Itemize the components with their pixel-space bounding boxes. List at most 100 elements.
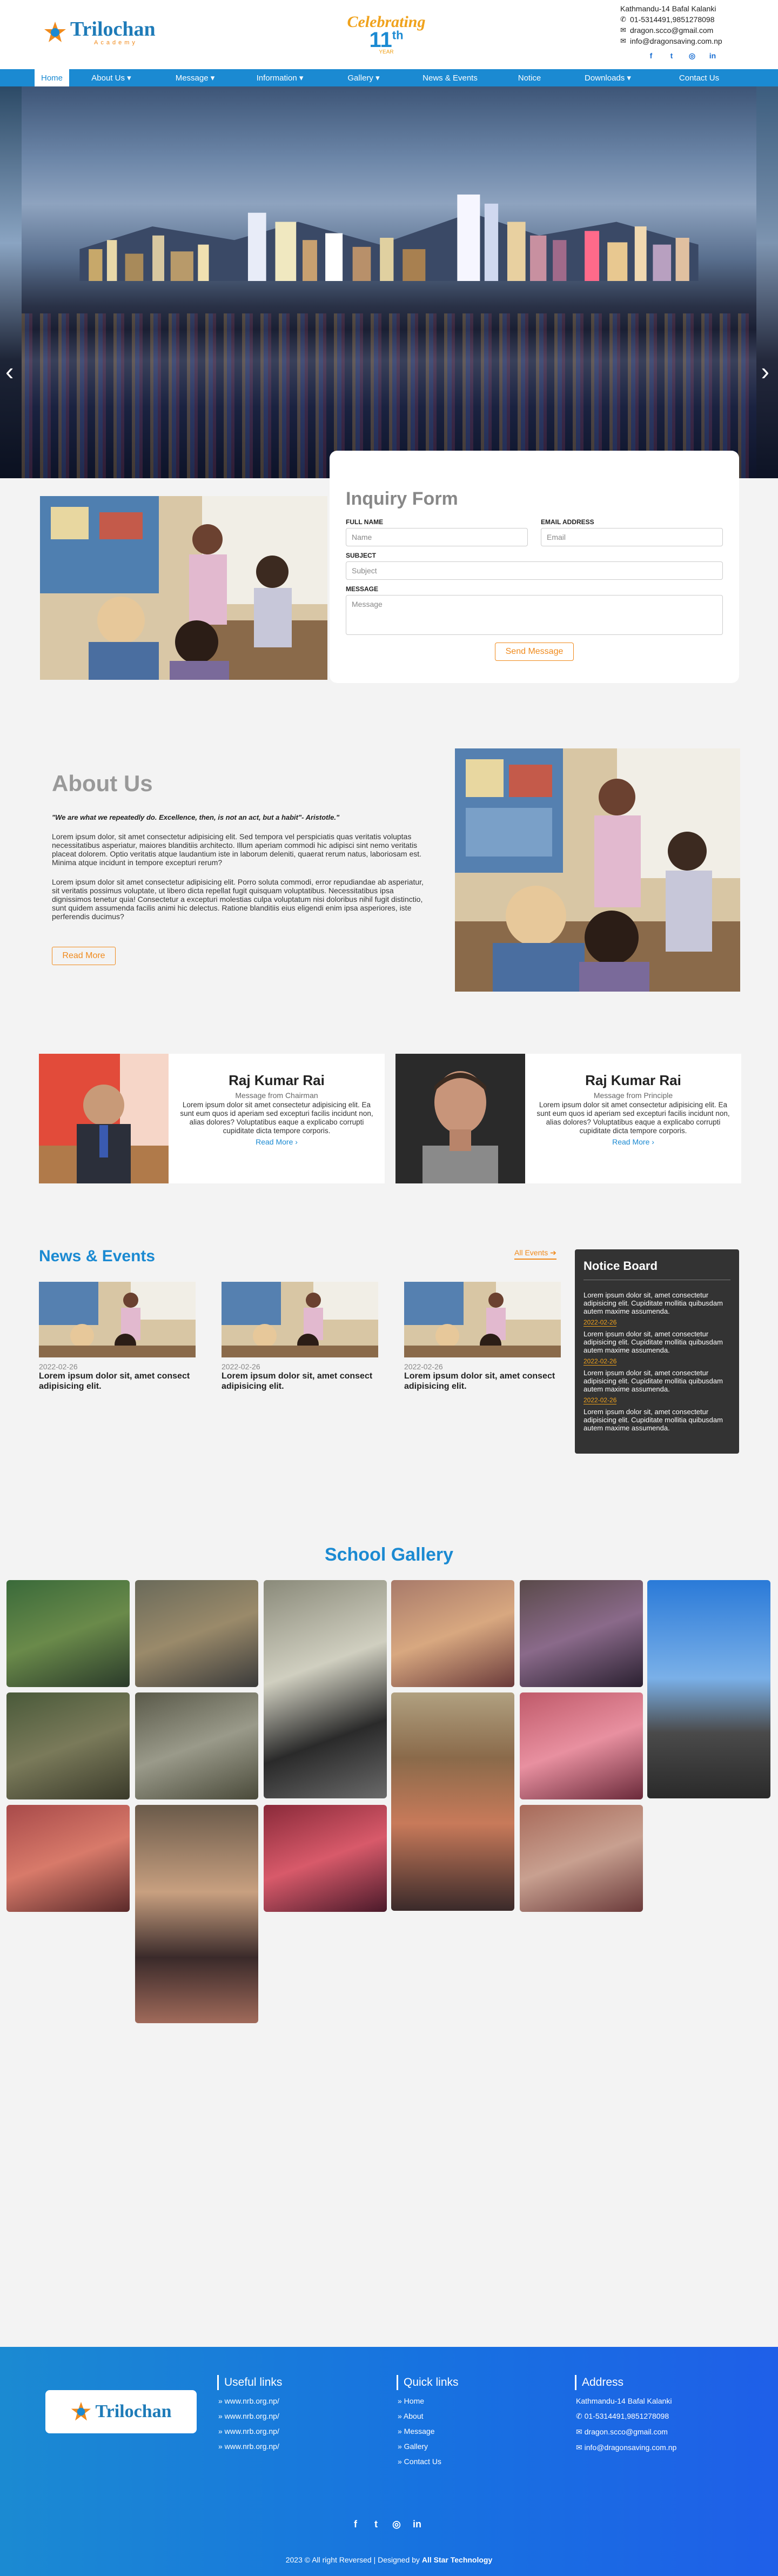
twitter-icon[interactable]: t — [667, 51, 676, 61]
slide-preview-right — [756, 86, 778, 478]
news-events-title: News & Events — [39, 1247, 156, 1265]
news-image — [39, 1282, 196, 1357]
footer-useful-links: Useful links » www.nrb.org.np/ » www.nrb… — [217, 2375, 379, 2451]
notice-board: Notice Board Lorem ipsum dolor sit, amet… — [575, 1249, 739, 1454]
facebook-icon[interactable]: f — [349, 2518, 362, 2531]
news-image — [222, 1282, 378, 1357]
nav-about[interactable]: About Us ▾ — [69, 69, 153, 86]
useful-link[interactable]: » www.nrb.org.np/ — [217, 2397, 379, 2405]
gallery-image[interactable] — [135, 1692, 258, 1799]
gallery-image[interactable] — [135, 1805, 258, 2023]
header-phone: 01-5314491,9851278098 — [630, 15, 715, 24]
about-paragraph-1: Lorem ipsum dolor, sit amet consectetur … — [52, 832, 422, 867]
gallery-image[interactable] — [520, 1692, 643, 1799]
notice-item-text[interactable]: Lorem ipsum dolor sit, amet consectetur … — [584, 1330, 730, 1354]
news-title[interactable]: Lorem ipsum dolor sit, amet consect adip… — [39, 1371, 196, 1391]
about-title: About Us — [52, 771, 153, 796]
twitter-icon[interactable]: t — [370, 2518, 383, 2531]
full-name-input[interactable]: Name — [346, 528, 528, 546]
message-textarea[interactable]: Message — [346, 595, 723, 635]
gallery-image[interactable] — [135, 1580, 258, 1687]
footer-email-1[interactable]: ✉ dragon.scco@gmail.com — [575, 2427, 737, 2437]
footer-social: f t ◎ in — [349, 2518, 424, 2531]
celebrate-years: YEAR — [379, 49, 394, 55]
all-events-link[interactable]: All Events ➔ — [514, 1248, 556, 1260]
hero-slider: ‹ › — [0, 86, 778, 478]
principal-role: Message from Principle — [593, 1091, 673, 1100]
nav-notice[interactable]: Notice — [496, 69, 563, 86]
chairman-message-card: Raj Kumar Rai Message from Chairman Lore… — [39, 1054, 385, 1183]
news-title[interactable]: Lorem ipsum dolor sit, amet consect adip… — [404, 1371, 561, 1391]
linkedin-icon[interactable]: in — [411, 2518, 424, 2531]
useful-link[interactable]: » www.nrb.org.np/ — [217, 2412, 379, 2420]
about-classroom-photo — [455, 748, 740, 992]
gallery-image[interactable] — [264, 1580, 387, 1798]
email-input[interactable]: Email — [541, 528, 723, 546]
mail-icon: ✉ — [620, 37, 626, 45]
gallery-image[interactable] — [520, 1580, 643, 1687]
news-card[interactable]: 2022-02-26 Lorem ipsum dolor sit, amet c… — [222, 1282, 378, 1391]
useful-link[interactable]: » www.nrb.org.np/ — [217, 2427, 379, 2436]
quick-link-gallery[interactable]: » Gallery — [397, 2442, 559, 2451]
send-message-button[interactable]: Send Message — [495, 643, 574, 661]
instagram-icon[interactable]: ◎ — [390, 2518, 403, 2531]
gallery-image[interactable] — [6, 1580, 130, 1687]
facebook-icon[interactable]: f — [646, 51, 656, 61]
news-title[interactable]: Lorem ipsum dolor sit, amet consect adip… — [222, 1371, 378, 1391]
quick-link-message[interactable]: » Message — [397, 2427, 559, 2436]
linkedin-icon[interactable]: in — [708, 51, 717, 61]
nav-information[interactable]: Information ▾ — [237, 69, 323, 86]
nav-gallery[interactable]: Gallery ▾ — [323, 69, 404, 86]
phone-icon: ✆ — [620, 15, 626, 23]
notice-item-text[interactable]: Lorem ipsum dolor sit, amet consectetur … — [584, 1291, 730, 1315]
notice-item-date: 2022-02-26 — [584, 1396, 617, 1404]
anniversary-badge: Celebrating 11th YEAR — [346, 13, 427, 62]
inquiry-title: Inquiry Form — [346, 489, 458, 509]
subject-label: SUBJECT — [346, 552, 377, 559]
about-read-more-button[interactable]: Read More — [52, 947, 116, 965]
nav-contact[interactable]: Contact Us — [653, 69, 746, 86]
quick-link-home[interactable]: » Home — [397, 2397, 559, 2405]
site-footer: Trilochan Useful links » www.nrb.org.np/… — [0, 2347, 778, 2576]
chairman-role: Message from Chairman — [235, 1091, 318, 1100]
slider-prev-icon[interactable]: ‹ — [5, 357, 14, 386]
gallery-image[interactable] — [6, 1692, 130, 1799]
nav-downloads[interactable]: Downloads ▾ — [563, 69, 653, 86]
header-email-1[interactable]: dragon.scco@gmail.com — [630, 25, 713, 36]
notice-item-text[interactable]: Lorem ipsum dolor sit, amet consectetur … — [584, 1408, 730, 1432]
footer-logo[interactable]: Trilochan — [45, 2390, 197, 2433]
gallery-title: School Gallery — [324, 1544, 454, 1565]
slider-next-icon[interactable]: › — [761, 357, 769, 386]
useful-link[interactable]: » www.nrb.org.np/ — [217, 2442, 379, 2451]
gallery-image[interactable] — [264, 1805, 387, 1912]
nav-home[interactable]: Home — [35, 69, 69, 86]
news-image — [404, 1282, 561, 1357]
gallery-image[interactable] — [6, 1805, 130, 1912]
gallery-image[interactable] — [391, 1580, 514, 1687]
principal-text: Lorem ipsum dolor sit amet consectetur a… — [536, 1101, 730, 1135]
news-card[interactable]: 2022-02-26 Lorem ipsum dolor sit, amet c… — [39, 1282, 196, 1391]
chairman-read-more-link[interactable]: Read More › — [175, 1138, 378, 1146]
nav-message[interactable]: Message ▾ — [153, 69, 237, 86]
notice-item-text[interactable]: Lorem ipsum dolor sit, amet consectetur … — [584, 1369, 730, 1393]
footer-email-2[interactable]: ✉ info@dragonsaving.com.np — [575, 2443, 737, 2452]
news-card[interactable]: 2022-02-26 Lorem ipsum dolor sit, amet c… — [404, 1282, 561, 1391]
footer-address-text: Kathmandu-14 Bafal Kalanki — [576, 2397, 672, 2405]
notice-item-date: 2022-02-26 — [584, 1357, 617, 1366]
copyright: 2023 © All right Reversed | Designed by … — [0, 2555, 778, 2564]
quick-link-about[interactable]: » About — [397, 2412, 559, 2420]
gallery-image[interactable] — [520, 1805, 643, 1912]
header-address: Kathmandu-14 Bafal Kalanki — [620, 4, 716, 13]
header-email-2[interactable]: info@dragonsaving.com.np — [630, 36, 722, 46]
principal-read-more-link[interactable]: Read More › — [532, 1138, 735, 1146]
nav-news-events[interactable]: News & Events — [404, 69, 496, 86]
gallery-image[interactable] — [647, 1580, 770, 1798]
header-social: f t ◎ in — [646, 51, 717, 61]
gallery-image[interactable] — [391, 1692, 514, 1911]
site-logo[interactable]: Trilochan Academy — [43, 16, 157, 49]
instagram-icon[interactable]: ◎ — [687, 51, 697, 61]
subject-input[interactable]: Subject — [346, 561, 723, 580]
designer-link[interactable]: All Star Technology — [422, 2555, 492, 2564]
about-paragraph-2: Lorem ipsum dolor sit amet consectetur a… — [52, 878, 424, 921]
quick-link-contact[interactable]: » Contact Us — [397, 2457, 559, 2466]
